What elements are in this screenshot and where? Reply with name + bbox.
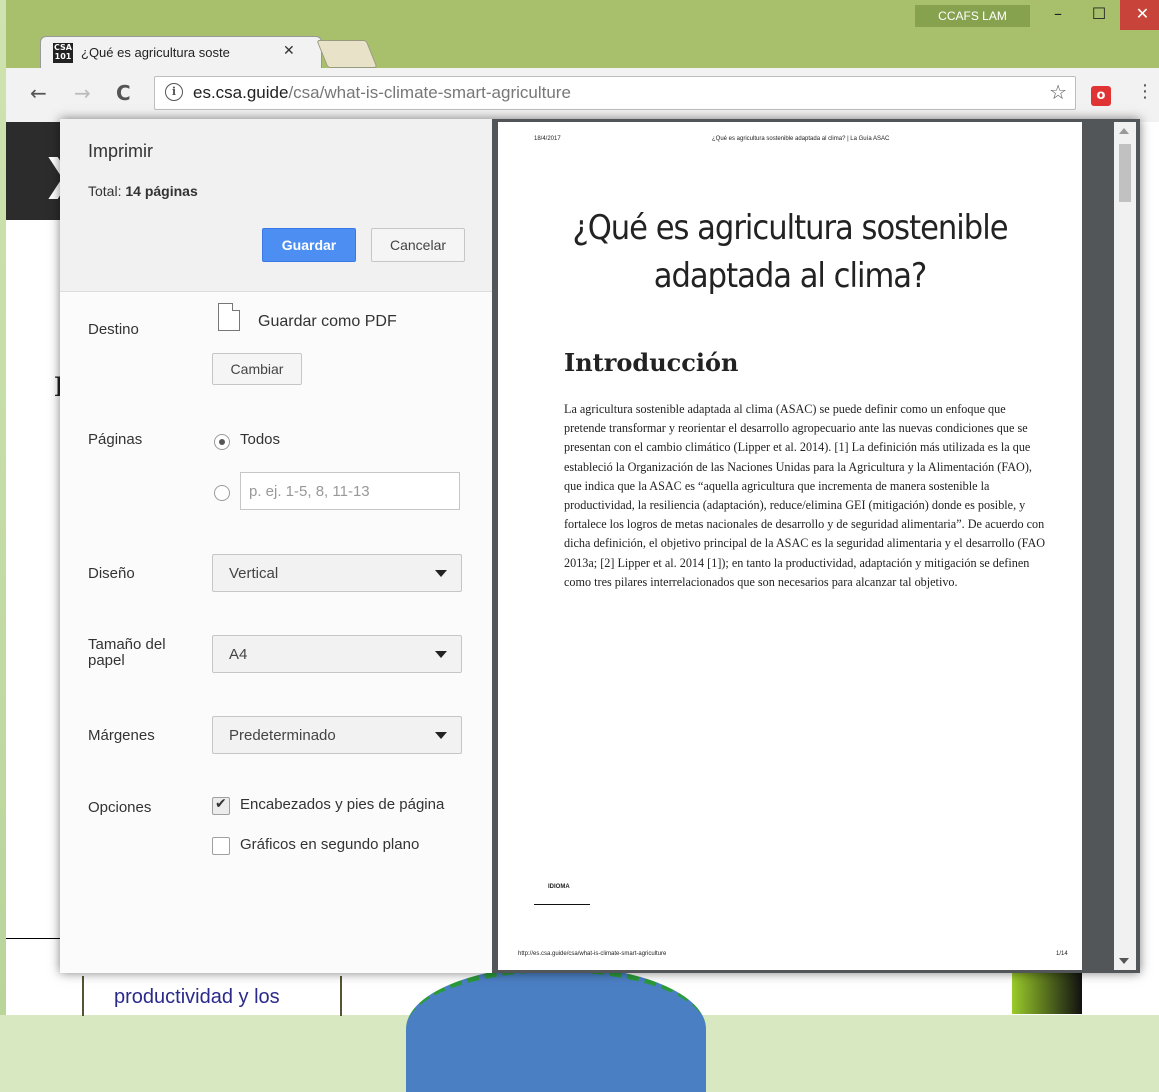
browser-window: CCAFS LAM – ☐ ✕ CSA 101 ¿Qué es agricult… — [6, 0, 1159, 1092]
profile-button[interactable]: CCAFS LAM — [915, 5, 1030, 27]
preview-logo-line — [534, 904, 590, 905]
divider — [6, 938, 60, 939]
preview-title: ¿Qué es agricultura sostenible adaptada … — [572, 208, 1008, 296]
chevron-down-icon — [435, 651, 447, 658]
site-header: ❯ — [6, 122, 77, 220]
favicon-icon: CSA 101 — [53, 43, 73, 63]
bookmark-star-icon[interactable]: ☆ — [1049, 80, 1067, 104]
address-bar[interactable]: i es.csa.guide/csa/what-is-climate-smart… — [154, 76, 1076, 110]
preview-logo: IDIOMA — [548, 884, 570, 890]
options-label: Opciones — [88, 799, 152, 816]
change-destination-button[interactable]: Cambiar — [212, 353, 302, 385]
cancel-button[interactable]: Cancelar — [371, 228, 465, 262]
url-text: es.csa.guide/csa/what-is-climate-smart-a… — [193, 83, 571, 103]
url-path: /csa/what-is-climate-smart-agriculture — [288, 83, 571, 102]
tab-close-icon[interactable]: ✕ — [283, 43, 295, 59]
background-graphics-label: Gráficos en segundo plano — [240, 836, 420, 853]
paper-size-select[interactable]: A4 — [212, 635, 462, 673]
maximize-button[interactable]: ☐ — [1079, 0, 1119, 30]
total-value: 14 páginas — [125, 183, 198, 199]
print-preview-page: 18/4/2017 ¿Qué es agricultura sostenible… — [498, 122, 1082, 970]
pages-range-input[interactable] — [240, 472, 460, 510]
reload-button[interactable]: C — [116, 81, 131, 105]
margins-select[interactable]: Predeterminado — [212, 716, 462, 754]
forward-button[interactable]: → — [74, 81, 91, 105]
pages-all-radio[interactable] — [214, 434, 230, 450]
browser-toolbar: ← → C i es.csa.guide/csa/what-is-climate… — [6, 68, 1159, 123]
pages-label: Páginas — [88, 431, 143, 448]
globe-graphic — [406, 966, 706, 1092]
pages-custom-radio[interactable] — [214, 485, 230, 501]
tab-title: ¿Qué es agricultura soste — [81, 45, 230, 60]
chevron-down-icon — [435, 732, 447, 739]
back-button[interactable]: ← — [30, 81, 47, 105]
print-dialog: Imprimir Total: 14 páginas Guardar Cance… — [60, 119, 1140, 973]
extension-icon[interactable]: o — [1091, 86, 1111, 106]
print-settings-panel: Imprimir Total: 14 páginas Guardar Cance… — [60, 119, 492, 973]
url-host: es.csa.guide — [193, 83, 289, 102]
paper-size-label: Tamaño del papel — [88, 636, 166, 669]
preview-body: La agricultura sostenible adaptada al cl… — [564, 402, 1046, 589]
browser-tab[interactable]: CSA 101 ¿Qué es agricultura soste ✕ — [40, 36, 322, 69]
print-title: Imprimir — [88, 141, 153, 161]
destination-value: Guardar como PDF — [258, 313, 397, 330]
paper-size-value: A4 — [229, 646, 248, 663]
scroll-down-icon[interactable] — [1119, 958, 1129, 964]
headers-footers-checkbox[interactable] — [212, 796, 230, 815]
page-total: Total: 14 páginas — [88, 183, 198, 199]
title-bar: CCAFS LAM – ☐ ✕ — [6, 0, 1159, 36]
new-tab-button[interactable] — [316, 40, 378, 68]
background-graphics-checkbox[interactable] — [212, 837, 230, 855]
pages-all-label: Todos — [240, 431, 281, 448]
total-label: Total: — [88, 183, 122, 199]
content-box-text: productividad y los — [114, 986, 280, 1008]
margins-label: Márgenes — [88, 727, 155, 744]
scroll-thumb[interactable] — [1119, 144, 1131, 202]
info-icon[interactable]: i — [165, 83, 183, 101]
layout-select[interactable]: Vertical — [212, 554, 462, 592]
content-box: productividad y los — [82, 976, 342, 1016]
pdf-file-icon — [218, 303, 240, 331]
preview-header-title: ¿Qué es agricultura sostenible adaptada … — [712, 136, 890, 142]
chevron-down-icon — [435, 570, 447, 577]
margins-value: Predeterminado — [229, 727, 336, 744]
layout-value: Vertical — [229, 565, 279, 582]
close-window-button[interactable]: ✕ — [1120, 0, 1159, 30]
save-button[interactable]: Guardar — [262, 228, 356, 262]
headers-footers-label: Encabezados y pies de página — [240, 796, 445, 813]
print-header: Imprimir Total: 14 páginas Guardar Cance… — [60, 119, 492, 292]
preview-footer-url: http://es.csa.guide/csa/what-is-climate-… — [518, 951, 667, 957]
destination-label: Destino — [88, 321, 139, 338]
layout-label: Diseño — [88, 565, 135, 582]
preview-page-number: 1/14 — [1056, 951, 1068, 957]
preview-heading: Introducción — [564, 348, 739, 377]
preview-date: 18/4/2017 — [534, 136, 561, 142]
preview-scrollbar[interactable] — [1114, 122, 1136, 970]
scroll-up-icon[interactable] — [1119, 128, 1129, 134]
minimize-button[interactable]: – — [1038, 0, 1078, 30]
chrome-menu-icon[interactable]: ⋮ — [1136, 81, 1154, 102]
